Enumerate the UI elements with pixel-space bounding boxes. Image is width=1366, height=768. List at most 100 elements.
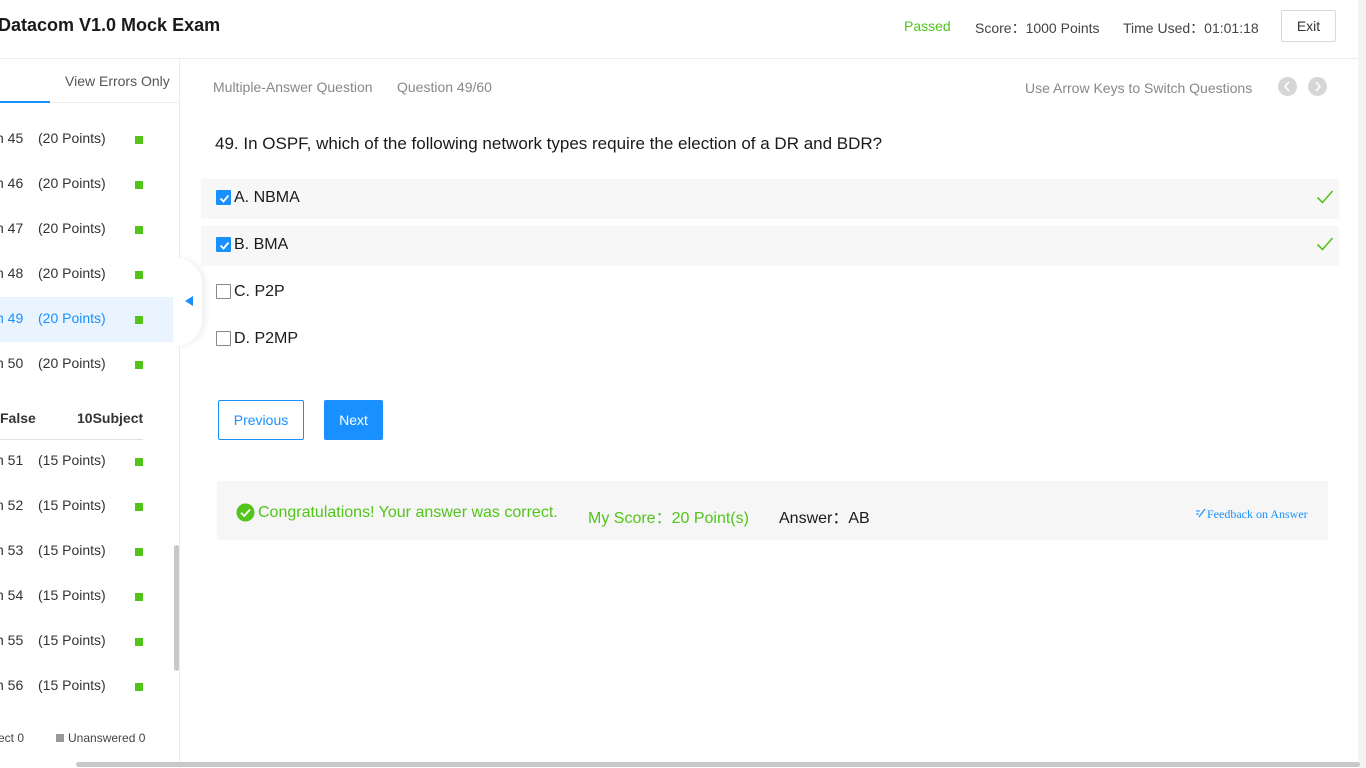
- question-type: Multiple-Answer Question: [213, 79, 373, 95]
- question-item-points: (15 Points): [38, 587, 106, 603]
- option-a[interactable]: A. NBMA: [201, 179, 1339, 219]
- status-correct-marker: [135, 136, 143, 144]
- next-button[interactable]: Next: [324, 400, 383, 440]
- question-item-label: n 52: [0, 497, 24, 513]
- question-text: 49. In OSPF, which of the following netw…: [215, 134, 883, 153]
- status-correct-marker: [135, 548, 143, 556]
- question-item-label: n 56: [0, 677, 24, 693]
- tab-view-errors-only[interactable]: View Errors Only: [65, 73, 170, 89]
- legend-unanswered-swatch: [56, 734, 64, 742]
- option-label: B. BMA: [234, 236, 289, 253]
- arrow-keys-hint: Use Arrow Keys to Switch Questions: [1025, 80, 1253, 96]
- question-item-label: n 49: [0, 310, 24, 326]
- sidebar-question-item[interactable]: n 54 (15 Points): [0, 574, 173, 619]
- section-header: False 10Subject: [0, 402, 143, 440]
- question-number: Question 49/60: [397, 79, 492, 95]
- exam-status: Passed: [904, 18, 951, 34]
- collapse-arrow-icon[interactable]: [185, 296, 193, 306]
- status-correct-marker: [135, 181, 143, 189]
- sidebar-question-item[interactable]: n 56 (15 Points): [0, 664, 173, 709]
- status-correct-marker: [135, 503, 143, 511]
- section-type: False: [0, 410, 36, 426]
- question-item-label: n 47: [0, 220, 24, 236]
- status-correct-marker: [135, 271, 143, 279]
- previous-button[interactable]: Previous: [218, 400, 304, 440]
- exit-button[interactable]: Exit: [1281, 10, 1336, 42]
- section-count: 10Subject: [77, 410, 144, 426]
- feedback-label[interactable]: Feedback on Answer: [1207, 507, 1308, 521]
- option-c[interactable]: C. P2P: [201, 273, 1339, 313]
- question-item-points: (20 Points): [38, 265, 106, 281]
- sidebar-question-item[interactable]: n 50 (20 Points): [0, 342, 173, 387]
- edit-icon: [1196, 508, 1206, 518]
- question-item-points: (15 Points): [38, 677, 106, 693]
- legend-unanswered: Unanswered 0: [68, 731, 146, 745]
- sidebar-question-item[interactable]: n 46 (20 Points): [0, 162, 173, 207]
- question-item-label: n 50: [0, 355, 24, 371]
- question-item-label: n 46: [0, 175, 24, 191]
- prev-question-icon[interactable]: [1278, 77, 1297, 96]
- sidebar-question-item-current[interactable]: n 49 (20 Points): [0, 297, 173, 342]
- option-d[interactable]: D. P2MP: [201, 320, 1339, 360]
- sidebar-question-item[interactable]: n 52 (15 Points): [0, 484, 173, 529]
- status-correct-marker: [135, 361, 143, 369]
- sidebar-scrollbar[interactable]: [174, 545, 179, 671]
- option-checkbox[interactable]: [216, 331, 231, 346]
- question-sidebar: View Errors Only n 45 (20 Points) n 46 (…: [0, 59, 180, 768]
- score-label: Score：: [975, 20, 1026, 36]
- question-item-label: n 51: [0, 452, 24, 468]
- exam-title: Datacom V1.0 Mock Exam: [0, 15, 221, 35]
- status-correct-marker: [135, 458, 143, 466]
- sidebar-question-item[interactable]: n 48 (20 Points): [0, 252, 173, 297]
- option-label: C. P2P: [234, 283, 285, 300]
- question-item-points: (15 Points): [38, 497, 106, 513]
- status-correct-marker: [135, 316, 143, 324]
- option-checkbox-checked[interactable]: [216, 190, 231, 205]
- status-correct-marker: [135, 226, 143, 234]
- question-item-points: (20 Points): [38, 310, 106, 326]
- next-question-icon[interactable]: [1308, 77, 1327, 96]
- correct-answer: Answer：AB: [779, 510, 870, 527]
- status-correct-marker: [135, 593, 143, 601]
- page-scrollbar-track[interactable]: [1358, 0, 1366, 768]
- question-item-label: n 45: [0, 130, 24, 146]
- question-item-points: (20 Points): [38, 355, 106, 371]
- total-score: Score：1000 Points: [975, 18, 1100, 38]
- result-message: Congratulations! Your answer was correct…: [258, 504, 558, 521]
- sidebar-question-item[interactable]: n 55 (15 Points): [0, 619, 173, 664]
- option-label: D. P2MP: [234, 330, 299, 347]
- time-label: Time Used：: [1123, 20, 1205, 36]
- sidebar-question-item[interactable]: n 45 (20 Points): [0, 117, 173, 162]
- status-correct-marker: [135, 683, 143, 691]
- correct-check-icon: [1316, 190, 1334, 204]
- sidebar-question-item[interactable]: n 53 (15 Points): [0, 529, 173, 574]
- top-header: Datacom V1.0 Mock Exam Passed Score：1000…: [0, 0, 1366, 59]
- success-check-circle-icon: [236, 503, 255, 522]
- feedback-link[interactable]: Feedback on Answer: [1195, 507, 1308, 522]
- answer-result-panel: Congratulations! Your answer was correct…: [217, 481, 1328, 540]
- question-item-points: (20 Points): [38, 130, 106, 146]
- legend-correct: ect 0: [0, 731, 25, 745]
- question-item-points: (20 Points): [38, 175, 106, 191]
- score-value: 1000 Points: [1025, 20, 1100, 36]
- time-used: Time Used：01:01:18: [1123, 18, 1259, 38]
- status-correct-marker: [135, 638, 143, 646]
- option-checkbox[interactable]: [216, 284, 231, 299]
- question-item-points: (15 Points): [38, 452, 106, 468]
- question-item-label: n 53: [0, 542, 24, 558]
- time-value: 01:01:18: [1204, 20, 1259, 36]
- question-item-points: (15 Points): [38, 632, 106, 648]
- tab-all-indicator[interactable]: [0, 101, 50, 103]
- question-item-label: n 55: [0, 632, 24, 648]
- sidebar-question-item[interactable]: n 51 (15 Points): [0, 439, 173, 484]
- horizontal-scrollbar[interactable]: [76, 762, 1360, 767]
- question-item-points: (20 Points): [38, 220, 106, 236]
- question-item-label: n 48: [0, 265, 24, 281]
- question-item-label: n 54: [0, 587, 24, 603]
- option-b[interactable]: B. BMA: [201, 226, 1339, 266]
- my-score: My Score：20 Point(s): [588, 510, 749, 527]
- question-item-points: (15 Points): [38, 542, 106, 558]
- sidebar-question-item[interactable]: n 47 (20 Points): [0, 207, 173, 252]
- correct-check-icon: [1316, 237, 1334, 251]
- option-checkbox-checked[interactable]: [216, 237, 231, 252]
